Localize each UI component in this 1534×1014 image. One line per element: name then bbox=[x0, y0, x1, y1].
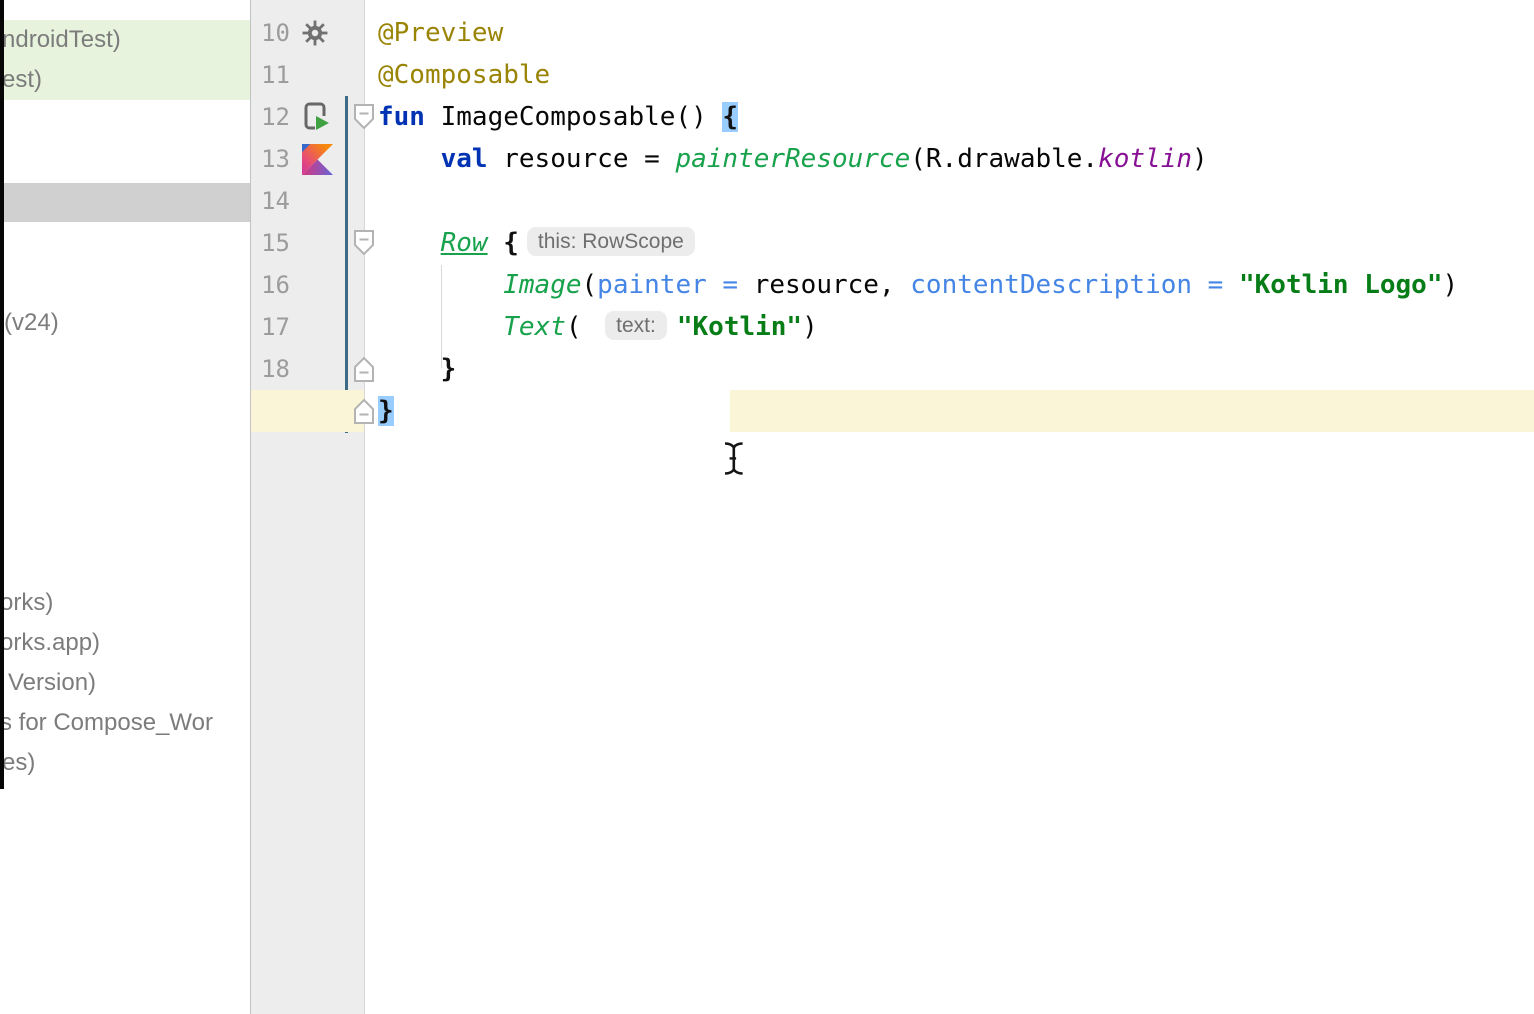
code-token: contentDescription = bbox=[910, 270, 1239, 300]
line-number[interactable]: 14 bbox=[250, 180, 290, 222]
code-token: ) bbox=[802, 312, 818, 342]
vcs-change-bar[interactable] bbox=[345, 96, 348, 433]
code-token: ImageComposable() bbox=[441, 102, 723, 132]
code-token bbox=[378, 228, 441, 258]
code-token: ) bbox=[1443, 270, 1459, 300]
fold-collapse-icon[interactable] bbox=[353, 103, 375, 131]
code-token: { bbox=[722, 102, 738, 132]
code-line-13[interactable]: val resource = painterResource(R.drawabl… bbox=[378, 138, 1208, 180]
code-token: ) bbox=[1192, 144, 1208, 174]
text-ibeam-cursor bbox=[721, 441, 747, 482]
code-token: val bbox=[441, 144, 504, 174]
line-number[interactable]: 15 bbox=[250, 222, 290, 264]
code-token: Text bbox=[503, 312, 566, 342]
code-token: { bbox=[503, 228, 519, 258]
code-token bbox=[378, 144, 441, 174]
tree-item[interactable]: est) bbox=[0, 60, 252, 100]
code-token: Image bbox=[503, 270, 581, 300]
code-token: painterResource bbox=[675, 144, 910, 174]
code-line-17[interactable]: Text( text: "Kotlin") bbox=[378, 306, 818, 348]
project-tree-panel[interactable]: ndroidTest)est)(v24)orks)orks.app)Versio… bbox=[0, 0, 250, 1014]
line-number[interactable]: 17 bbox=[250, 306, 290, 348]
line-number[interactable]: 11 bbox=[250, 54, 290, 96]
tree-item[interactable]: orks.app) bbox=[0, 623, 250, 663]
code-token: @Preview bbox=[378, 18, 503, 48]
ide-window: ndroidTest)est) (v24) orks)orks.app)Versio… bbox=[0, 0, 1534, 1014]
code-token: resource, bbox=[754, 270, 911, 300]
line-number[interactable]: 12 bbox=[250, 96, 290, 138]
tree-item[interactable]: (v24) bbox=[0, 303, 254, 343]
code-token: } bbox=[441, 354, 457, 384]
gear-icon[interactable] bbox=[302, 12, 334, 54]
window-edge bbox=[0, 0, 4, 789]
code-token: fun bbox=[378, 102, 441, 132]
code-token bbox=[378, 354, 441, 384]
code-token: ( bbox=[566, 312, 597, 342]
current-line-gutter-highlight bbox=[251, 390, 364, 432]
code-token: Row bbox=[441, 228, 488, 258]
code-token: @Composable bbox=[378, 60, 550, 90]
code-token: kotlin bbox=[1098, 144, 1192, 174]
line-number[interactable]: 18 bbox=[250, 348, 290, 390]
tree-item[interactable]: ndroidTest) bbox=[0, 20, 252, 60]
line-number[interactable]: 10 bbox=[250, 12, 290, 54]
code-token: "Kotlin Logo" bbox=[1239, 270, 1443, 300]
inlay-hint: text: bbox=[605, 311, 667, 340]
code-token: resource = bbox=[503, 144, 675, 174]
tree-item[interactable]: orks) bbox=[0, 583, 250, 623]
inlay-hint: this: RowScope bbox=[527, 227, 695, 256]
fold-end-icon[interactable] bbox=[353, 355, 375, 383]
code-token: "Kotlin" bbox=[677, 312, 802, 342]
fold-end-icon[interactable] bbox=[353, 397, 375, 425]
code-token: painter = bbox=[597, 270, 754, 300]
code-line-11[interactable]: @Composable bbox=[378, 54, 550, 96]
kotlin-file-icon bbox=[302, 138, 334, 180]
line-number[interactable]: 16 bbox=[250, 264, 290, 306]
tree-item[interactable] bbox=[0, 183, 250, 222]
line-number[interactable]: 13 bbox=[250, 138, 290, 180]
tree-item[interactable]: Version) bbox=[0, 663, 258, 703]
tree-item[interactable]: s for Compose_Wor bbox=[0, 703, 250, 743]
code-token bbox=[378, 270, 503, 300]
current-line-highlight bbox=[730, 390, 1534, 432]
code-line-16[interactable]: Image(painter = resource, contentDescrip… bbox=[378, 264, 1458, 306]
code-token: ( bbox=[582, 270, 598, 300]
code-line-10[interactable]: @Preview bbox=[378, 12, 503, 54]
code-token bbox=[488, 228, 504, 258]
code-token: } bbox=[378, 396, 394, 426]
fold-collapse-icon[interactable] bbox=[353, 229, 375, 257]
code-line-18[interactable]: } bbox=[378, 348, 456, 390]
code-token: (R.drawable. bbox=[910, 144, 1098, 174]
code-token bbox=[378, 312, 503, 342]
code-line-19[interactable]: } bbox=[378, 390, 394, 432]
tree-item[interactable]: es) bbox=[0, 743, 252, 783]
code-line-12[interactable]: fun ImageComposable() { bbox=[378, 96, 738, 138]
run-preview-icon[interactable] bbox=[302, 96, 334, 138]
code-line-15[interactable]: Row { this: RowScope bbox=[378, 222, 705, 264]
